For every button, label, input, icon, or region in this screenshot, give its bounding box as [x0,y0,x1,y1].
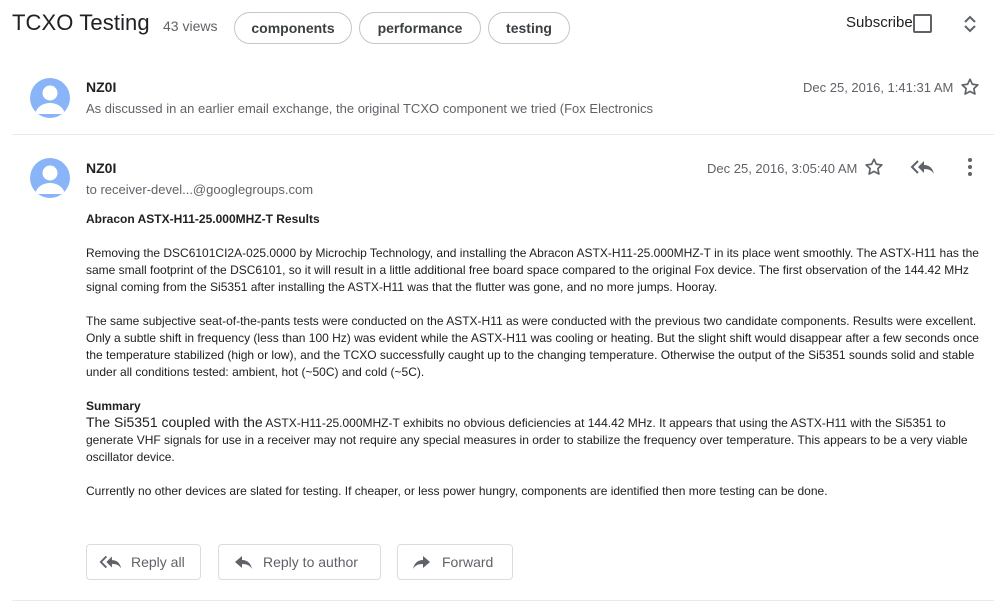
expand-collapse-icon[interactable] [958,12,982,36]
tag-components[interactable]: components [234,12,352,44]
forward-label: Forward [442,554,494,570]
tag-testing[interactable]: testing [488,12,570,44]
message-paragraph: Currently no other devices are slated fo… [86,484,828,498]
reply-to-author-label: Reply to author [263,554,358,570]
more-vert-icon[interactable] [959,156,981,178]
summary-paragraph: The Si5351 coupled with the ASTX-H11-25.… [86,414,994,466]
star-icon[interactable] [863,156,885,178]
summary-lead: The Si5351 coupled with the [86,414,263,430]
message-date: Dec 25, 2016, 1:41:31 AM [803,80,954,95]
avatar [30,158,70,198]
reply-all-label: Reply all [131,554,185,570]
message-paragraph: Removing the DSC6101CI2A-025.0000 by Mic… [86,246,979,294]
message-author[interactable]: NZ0I [86,160,116,176]
divider [12,134,994,135]
star-icon[interactable] [959,76,981,98]
message-author[interactable]: NZ0I [86,79,116,95]
message-heading: Abracon ASTX-H11-25.000MHZ-T Results [86,212,320,226]
avatar [30,78,70,118]
forward-icon [413,556,430,569]
person-icon [35,165,65,194]
subscribe-label: Subscribe [846,14,913,31]
view-count: 43 views [163,18,218,34]
tag-performance[interactable]: performance [359,12,481,44]
thread-title: TCXO Testing [12,10,150,35]
message-date: Dec 25, 2016, 3:05:40 AM [707,161,858,176]
message-recipient: to receiver-devel...@googlegroups.com [86,182,314,197]
divider [12,600,994,601]
reply-all-icon[interactable] [910,156,936,178]
summary-heading: Summary [86,399,141,413]
person-icon [35,85,65,114]
forward-button[interactable]: Forward [397,544,513,580]
reply-all-button[interactable]: Reply all [86,544,201,580]
message-paragraph: The same subjective seat-of-the-pants te… [86,314,979,379]
subscribe-checkbox[interactable] [913,14,932,33]
reply-icon [235,556,252,569]
message-snippet[interactable]: As discussed in an earlier email exchang… [86,101,653,116]
reply-to-author-button[interactable]: Reply to author [218,544,381,580]
reply-all-icon [99,555,122,569]
